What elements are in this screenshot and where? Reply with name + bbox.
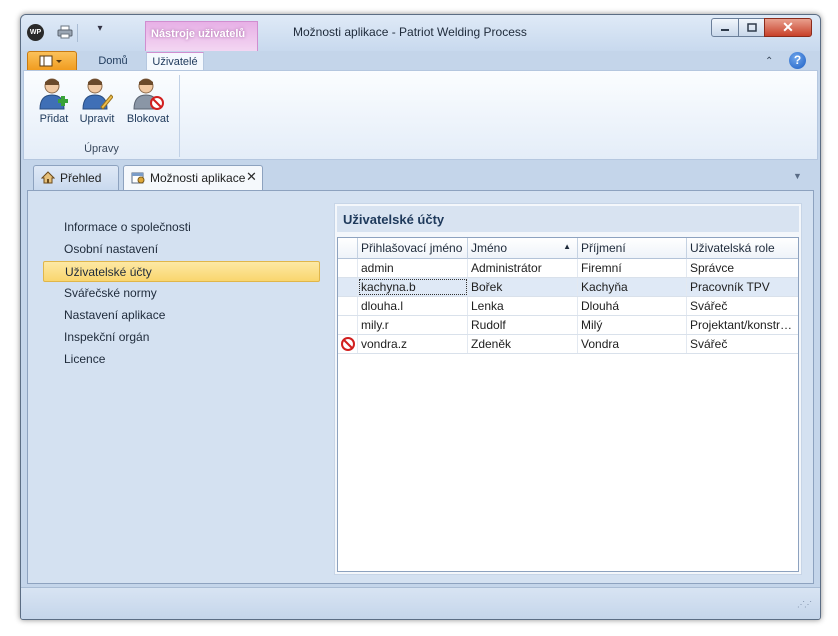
- ribbon-group-label: Úpravy: [84, 143, 119, 155]
- block-user-label: Blokovat: [126, 113, 170, 125]
- row-indicator: [338, 297, 358, 315]
- table-row[interactable]: dlouha.l Lenka Dlouhá Svářeč: [338, 297, 798, 316]
- cell-login: dlouha.l: [358, 297, 468, 315]
- cell-first-name: Bořek: [468, 278, 578, 296]
- nav-item-app-settings[interactable]: Nastavení aplikace: [43, 305, 320, 326]
- edit-user-button[interactable]: Upravit: [77, 73, 117, 125]
- cell-role: Správce: [690, 261, 735, 275]
- nav-item-company-info[interactable]: Informace o společnosti: [43, 217, 320, 238]
- minimize-button[interactable]: [711, 18, 739, 37]
- tabs-dropdown-icon[interactable]: ▼: [793, 171, 802, 181]
- cell-last-name: Dlouhá: [578, 297, 687, 315]
- cell-first-name: Administrátor: [468, 259, 578, 277]
- column-header-last-name[interactable]: Příjmení: [578, 238, 687, 259]
- nav-item-user-accounts[interactable]: Uživatelské účty: [43, 261, 320, 282]
- user-edit-icon: [81, 77, 114, 111]
- block-user-button[interactable]: Blokovat: [124, 73, 172, 125]
- application-window: WP ▾ Nástroje uživatelů Možnosti aplikac…: [20, 14, 821, 620]
- row-indicator-header: [338, 238, 358, 259]
- users-grid[interactable]: Přihlašovací jméno Jméno ▲ Příjmení Uživ…: [337, 237, 799, 572]
- column-header-role[interactable]: Uživatelská role: [687, 238, 798, 259]
- application-menu-button[interactable]: [27, 51, 77, 71]
- home-icon: [40, 171, 56, 184]
- cell-role: Projektant/konstr…: [690, 318, 793, 332]
- window-title: Možnosti aplikace - Patriot Welding Proc…: [293, 25, 527, 39]
- cell-login: vondra.z: [358, 335, 468, 353]
- ribbon-panel: Přidat Upravit Blokovat Úpravy: [23, 70, 818, 160]
- quick-access-customize-icon[interactable]: ▾: [93, 23, 107, 39]
- app-menu-icon: [39, 55, 62, 67]
- nav-item-personal-settings[interactable]: Osobní nastavení: [43, 239, 320, 260]
- column-header-first-name-label: Jméno: [471, 241, 508, 255]
- cell-last-name: Milý: [578, 316, 687, 334]
- context-tab-header: Nástroje uživatelů: [145, 21, 258, 51]
- user-add-icon: [38, 77, 70, 111]
- nav-item-license[interactable]: Licence: [43, 349, 320, 370]
- tab-home[interactable]: Domů: [91, 52, 135, 71]
- user-block-icon: [132, 77, 164, 111]
- row-indicator: [338, 316, 358, 334]
- minimize-icon: [721, 28, 729, 31]
- help-icon[interactable]: ?: [789, 52, 806, 69]
- add-user-button[interactable]: Přidat: [34, 73, 74, 125]
- user-accounts-panel: Uživatelské účty Přihlašovací jméno Jmén…: [334, 203, 802, 575]
- resize-grip-icon[interactable]: ⋰⋰: [797, 600, 812, 609]
- close-button[interactable]: ✕: [764, 18, 812, 37]
- ribbon-group-separator: [179, 75, 180, 157]
- close-tab-icon[interactable]: ✕: [246, 169, 257, 185]
- table-row[interactable]: admin Administrátor Firemní Správce: [338, 259, 798, 278]
- print-icon[interactable]: [57, 25, 73, 39]
- cell-login: mily.r: [358, 316, 468, 334]
- row-indicator: [338, 278, 358, 296]
- sort-ascending-icon: ▲: [563, 242, 571, 251]
- tab-users[interactable]: Uživatelé: [146, 52, 204, 71]
- cell-login: kachyna.b: [358, 278, 468, 296]
- row-indicator: [338, 335, 358, 353]
- table-row[interactable]: mily.r Rudolf Milý Projektant/konstr…: [338, 316, 798, 335]
- cell-first-name: Rudolf: [468, 316, 578, 334]
- cell-last-name: Kachyňa: [578, 278, 687, 296]
- cell-login: admin: [358, 259, 468, 277]
- title-bar: WP ▾ Nástroje uživatelů Možnosti aplikac…: [21, 15, 820, 51]
- ribbon-tab-strip: Domů Uživatelé ⌃ ?: [21, 51, 820, 71]
- settings-icon: [131, 171, 145, 184]
- ribbon-collapse-icon[interactable]: ⌃: [765, 56, 773, 67]
- blocked-icon: [341, 337, 355, 351]
- row-indicator: [338, 259, 358, 277]
- status-bar: ⋰⋰: [21, 587, 820, 619]
- nav-item-welding-standards[interactable]: Svářečské normy: [43, 283, 320, 304]
- column-header-login[interactable]: Přihlašovací jméno: [358, 238, 468, 259]
- maximize-icon: [746, 23, 757, 32]
- options-content: Informace o společnosti Osobní nastavení…: [27, 190, 814, 584]
- app-icon[interactable]: WP: [27, 24, 44, 41]
- column-header-first-name[interactable]: Jméno ▲: [468, 238, 578, 259]
- maximize-button[interactable]: [738, 18, 765, 37]
- cell-role: Svářeč: [690, 337, 728, 351]
- cell-role: Svářeč: [690, 299, 728, 313]
- cell-last-name: Vondra: [578, 335, 687, 353]
- cell-first-name: Lenka: [468, 297, 578, 315]
- tab-overview[interactable]: Přehled: [33, 165, 119, 190]
- nav-item-inspection-body[interactable]: Inspekční orgán: [43, 327, 320, 348]
- table-row[interactable]: kachyna.b Bořek Kachyňa Pracovník TPV: [338, 278, 798, 297]
- tab-app-options-label: Možnosti aplikace: [150, 171, 246, 185]
- add-user-label: Přidat: [39, 113, 69, 125]
- cell-role: Pracovník TPV: [690, 280, 770, 294]
- table-row[interactable]: vondra.z Zdeněk Vondra Svářeč: [338, 335, 798, 354]
- quick-access-separator: [77, 24, 78, 42]
- cell-first-name: Zdeněk: [468, 335, 578, 353]
- tab-app-options[interactable]: Možnosti aplikace ✕: [123, 165, 263, 190]
- close-icon: ✕: [782, 19, 794, 35]
- document-tab-strip: Přehled Možnosti aplikace ✕: [21, 163, 820, 190]
- panel-title: Uživatelské účty: [337, 206, 799, 232]
- tab-overview-label: Přehled: [60, 171, 102, 185]
- cell-last-name: Firemní: [578, 259, 687, 277]
- edit-user-label: Upravit: [79, 113, 115, 125]
